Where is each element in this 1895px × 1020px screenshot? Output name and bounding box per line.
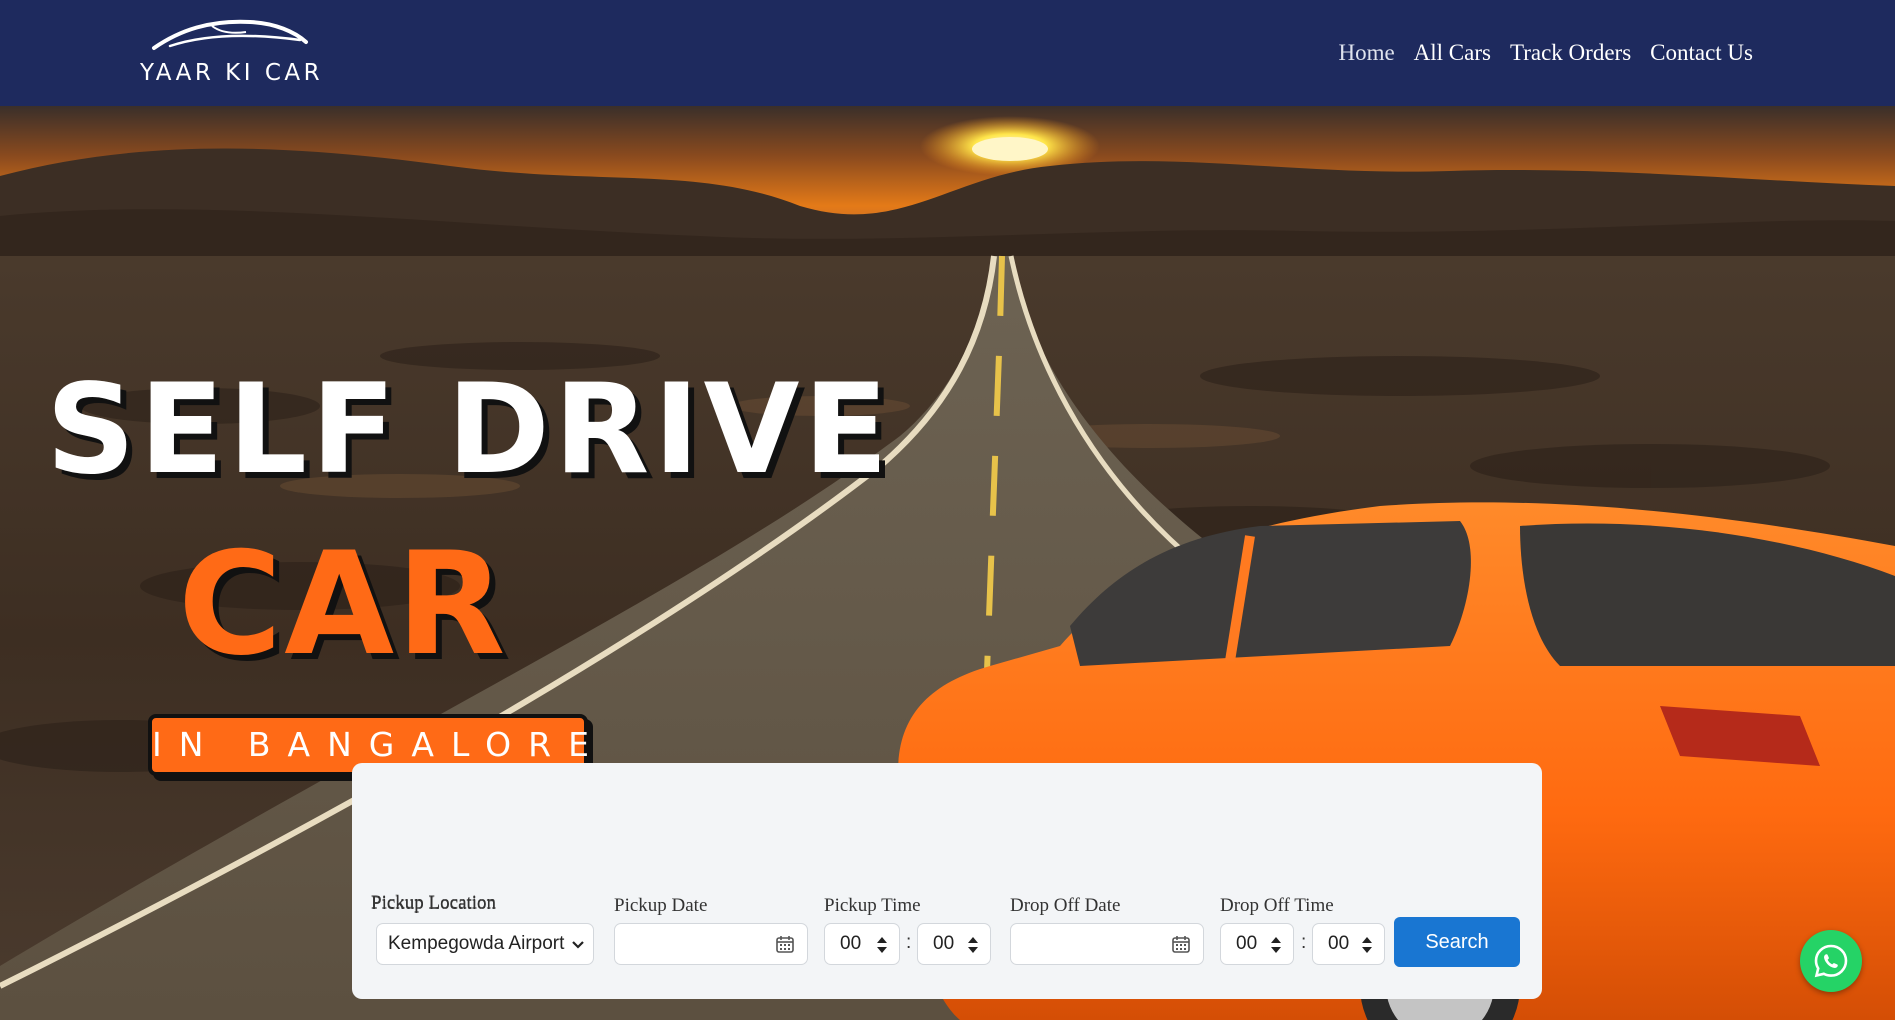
main-nav: Home All Cars Track Orders Contact Us bbox=[1338, 40, 1753, 66]
spinner-icon[interactable] bbox=[967, 936, 979, 954]
logo-text: YAAR KI CAR bbox=[140, 60, 324, 86]
dropoff-date-label: Drop Off Date bbox=[1010, 895, 1121, 916]
pickup-location-field-label: Pickup Location bbox=[371, 892, 497, 913]
hero-headline-self-drive: SELF DRIVE bbox=[46, 358, 893, 502]
nav-track-orders[interactable]: Track Orders bbox=[1510, 40, 1631, 66]
dropoff-time-separator: : bbox=[1301, 932, 1307, 953]
pickup-location-select[interactable]: Kempegowda Airport bbox=[376, 923, 594, 965]
spinner-icon[interactable] bbox=[876, 936, 888, 954]
car-logo-icon bbox=[152, 19, 308, 50]
dropoff-hour-value: 00 bbox=[1236, 933, 1258, 954]
pickup-date-label: Pickup Date bbox=[614, 895, 708, 916]
spinner-icon[interactable] bbox=[1270, 936, 1282, 954]
dropoff-minute-value: 00 bbox=[1328, 933, 1350, 954]
search-button[interactable]: Search bbox=[1394, 917, 1520, 967]
nav-home[interactable]: Home bbox=[1338, 40, 1394, 66]
logo[interactable]: YAAR KI CAR bbox=[136, 18, 336, 88]
dropoff-time-label: Drop Off Time bbox=[1220, 895, 1334, 916]
pickup-time-separator: : bbox=[906, 932, 912, 953]
chevron-down-icon bbox=[572, 941, 584, 949]
hero-headline-car: CAR bbox=[178, 522, 508, 687]
dropoff-minute-input[interactable]: 00 bbox=[1312, 923, 1385, 965]
pickup-date-input[interactable] bbox=[614, 923, 808, 965]
pickup-hour-value: 00 bbox=[840, 933, 862, 954]
calendar-icon[interactable] bbox=[775, 934, 795, 954]
pickup-location-value: Kempegowda Airport bbox=[388, 933, 565, 954]
spinner-icon[interactable] bbox=[1361, 936, 1373, 954]
search-fields-row: Pickup Location Kempegowda Airport Picku… bbox=[352, 870, 1542, 999]
pickup-minute-value: 00 bbox=[933, 933, 955, 954]
site-header: YAAR KI CAR Home All Cars Track Orders C… bbox=[0, 0, 1895, 106]
calendar-icon[interactable] bbox=[1171, 934, 1191, 954]
nav-all-cars[interactable]: All Cars bbox=[1414, 40, 1491, 66]
dropoff-date-input[interactable] bbox=[1010, 923, 1204, 965]
dropoff-hour-input[interactable]: 00 bbox=[1220, 923, 1294, 965]
pickup-time-label: Pickup Time bbox=[824, 895, 921, 916]
pickup-minute-input[interactable]: 00 bbox=[917, 923, 991, 965]
pickup-hour-input[interactable]: 00 bbox=[824, 923, 900, 965]
whatsapp-button[interactable] bbox=[1800, 930, 1862, 992]
nav-contact-us[interactable]: Contact Us bbox=[1650, 40, 1753, 66]
whatsapp-icon bbox=[1814, 944, 1848, 978]
